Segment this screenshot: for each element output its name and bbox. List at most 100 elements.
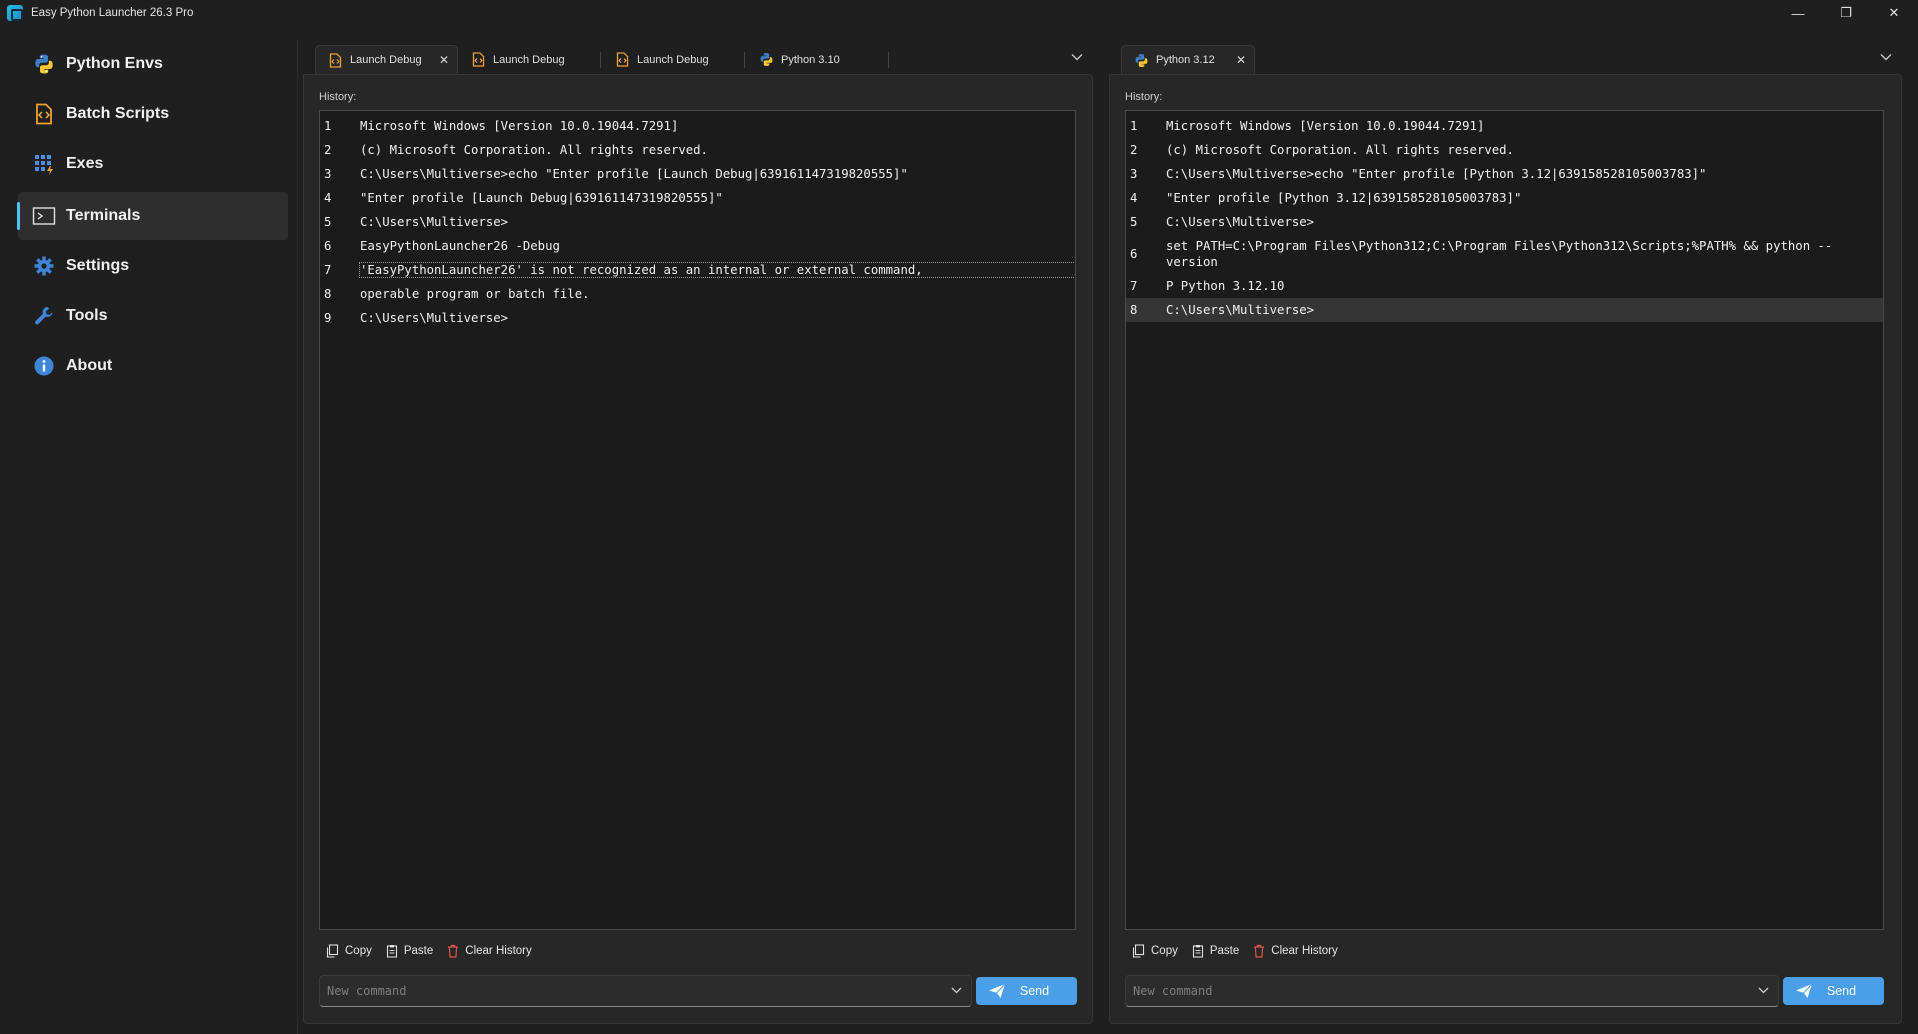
tab-label: Launch Debug bbox=[350, 54, 422, 66]
minimize-button[interactable]: — bbox=[1774, 0, 1822, 26]
python-icon bbox=[760, 53, 773, 66]
sidebar-item-label: Tools bbox=[66, 307, 108, 324]
history-line: 6 EasyPythonLauncher26 -Debug bbox=[324, 239, 560, 253]
close-button[interactable]: ✕ bbox=[1870, 0, 1918, 26]
history-line: 8 operable program or batch file. bbox=[324, 287, 590, 301]
sidebar-item-about[interactable]: About bbox=[18, 342, 288, 390]
tab-divider bbox=[600, 52, 601, 68]
history-actions: Copy Paste Clear History bbox=[1132, 944, 1352, 958]
history-line: 7P Python 3.12.10 bbox=[1130, 279, 1285, 293]
sidebar-divider bbox=[297, 40, 298, 1034]
tab-launch-debug-3[interactable]: Launch Debug bbox=[603, 45, 743, 74]
window-controls: — ❐ ✕ bbox=[1774, 0, 1918, 26]
sidebar-item-label: Exes bbox=[66, 155, 104, 172]
history-line: 4 "Enter profile [Launch Debug|6391611473… bbox=[324, 191, 723, 205]
clear-history-button[interactable]: Clear History bbox=[1253, 944, 1338, 958]
command-combobox[interactable] bbox=[1125, 975, 1779, 1007]
tab-label: Launch Debug bbox=[493, 53, 565, 66]
tab-label: Python 3.10 bbox=[781, 53, 840, 66]
window-title: Easy Python Launcher 26.3 Pro bbox=[31, 7, 194, 19]
history-line: 2 (c) Microsoft Corporation. All rights r… bbox=[1130, 143, 1514, 157]
sidebar-item-tools[interactable]: Tools bbox=[18, 292, 288, 340]
history-line: 5 C:\Users\Multiverse> bbox=[1130, 215, 1315, 229]
terminal-icon bbox=[32, 204, 56, 228]
tab-label: Launch Debug bbox=[637, 53, 709, 66]
tab-close-button[interactable]: ✕ bbox=[439, 53, 449, 67]
right-terminal-panel: Python 3.12 ✕ History: 1 Microsoft Window… bbox=[1109, 40, 1902, 1028]
history-console[interactable]: 1 Microsoft Windows [Version 10.0.19044.7… bbox=[319, 110, 1076, 930]
sidebar-item-python-envs[interactable]: Python Envs bbox=[18, 40, 288, 88]
history-actions: Copy Paste Clear History bbox=[326, 944, 546, 958]
paste-button[interactable]: Paste bbox=[386, 944, 433, 958]
command-combobox[interactable] bbox=[319, 975, 972, 1007]
send-icon bbox=[1796, 983, 1813, 998]
send-button[interactable]: Send bbox=[1783, 977, 1884, 1005]
tab-launch-debug-1[interactable]: Launch Debug ✕ bbox=[315, 45, 458, 74]
exes-grid-icon bbox=[32, 152, 56, 176]
sidebar-item-label: Settings bbox=[66, 257, 130, 274]
sidebar-nav: Python Envs Batch Scripts Exes Terminals… bbox=[0, 40, 296, 392]
paste-button[interactable]: Paste bbox=[1192, 944, 1239, 958]
copy-icon bbox=[326, 944, 339, 958]
left-panel-body: History: 1 Microsoft Windows [Version 10.… bbox=[303, 74, 1093, 1024]
tab-python-3-10[interactable]: Python 3.10 bbox=[747, 45, 887, 74]
left-tab-strip: Launch Debug ✕ Launch Debug Launch Debug… bbox=[303, 40, 1093, 74]
script-icon bbox=[616, 52, 629, 67]
copy-button[interactable]: Copy bbox=[326, 944, 372, 958]
tab-launch-debug-2[interactable]: Launch Debug bbox=[459, 45, 599, 74]
restore-button[interactable]: ❐ bbox=[1822, 0, 1870, 26]
command-input[interactable] bbox=[1126, 984, 1748, 998]
sidebar-item-terminals[interactable]: Terminals bbox=[17, 192, 288, 240]
history-line: 3 C:\Users\Multiverse>echo "Enter profile… bbox=[324, 167, 908, 181]
wrench-icon bbox=[32, 304, 56, 328]
batch-script-icon bbox=[32, 102, 56, 126]
clear-history-button[interactable]: Clear History bbox=[447, 944, 532, 958]
right-tab-strip: Python 3.12 ✕ bbox=[1109, 40, 1902, 74]
title-bar: Easy Python Launcher 26.3 Pro — ❐ ✕ bbox=[0, 0, 1918, 26]
chevron-down-icon[interactable] bbox=[1748, 985, 1778, 997]
history-label: History: bbox=[319, 91, 357, 103]
tab-overflow-chevron-down-icon[interactable] bbox=[1880, 50, 1892, 64]
history-line: 6 set PATH=C:\Program Files\Python312;C:\… bbox=[1130, 239, 1833, 269]
trash-icon bbox=[448, 944, 459, 958]
trash-icon bbox=[1254, 944, 1265, 958]
sidebar-item-label: Python Envs bbox=[66, 55, 163, 72]
history-label: History: bbox=[1125, 91, 1163, 103]
send-button[interactable]: Send bbox=[976, 977, 1077, 1005]
tab-divider bbox=[744, 52, 745, 68]
history-line: 1 Microsoft Windows [Version 10.0.19044.7… bbox=[324, 119, 679, 133]
tab-close-button[interactable]: ✕ bbox=[1236, 53, 1246, 67]
copy-icon bbox=[1132, 944, 1145, 958]
chevron-down-icon[interactable] bbox=[941, 985, 971, 997]
send-icon bbox=[989, 983, 1006, 998]
history-line-selected: 8 C:\Users\Multiverse> bbox=[1126, 298, 1883, 322]
tab-python-3-12[interactable]: Python 3.12 ✕ bbox=[1121, 45, 1255, 74]
script-icon bbox=[472, 52, 485, 67]
history-line: 3 C:\Users\Multiverse>echo "Enter profile… bbox=[1130, 167, 1707, 181]
sidebar-item-settings[interactable]: Settings bbox=[18, 242, 288, 290]
paste-icon bbox=[1192, 945, 1203, 958]
copy-button[interactable]: Copy bbox=[1132, 944, 1178, 958]
history-line-selected: 7 'EasyPythonLauncher26' is not recognize… bbox=[320, 258, 1075, 282]
sidebar-item-exes[interactable]: Exes bbox=[18, 140, 288, 188]
app-logo-icon bbox=[7, 5, 23, 21]
history-line: 1 Microsoft Windows [Version 10.0.19044.7… bbox=[1130, 119, 1485, 133]
command-input[interactable] bbox=[320, 984, 941, 998]
tab-label: Python 3.12 bbox=[1156, 54, 1215, 66]
python-icon bbox=[32, 52, 56, 76]
left-terminal-panel: Launch Debug ✕ Launch Debug Launch Debug… bbox=[303, 40, 1093, 1028]
history-line: 2 (c) Microsoft Corporation. All rights r… bbox=[324, 143, 708, 157]
history-console[interactable]: 1 Microsoft Windows [Version 10.0.19044.7… bbox=[1125, 110, 1884, 930]
sidebar-item-label: About bbox=[66, 357, 113, 374]
history-line: 4 "Enter profile [Python 3.12|63915852810… bbox=[1130, 191, 1522, 205]
history-line: 5 C:\Users\Multiverse> bbox=[324, 215, 509, 229]
tab-overflow-chevron-down-icon[interactable] bbox=[1071, 50, 1083, 64]
right-panel-body: History: 1 Microsoft Windows [Version 10.… bbox=[1109, 74, 1902, 1024]
script-icon bbox=[329, 52, 342, 68]
gear-icon bbox=[32, 254, 56, 278]
sidebar-item-batch-scripts[interactable]: Batch Scripts bbox=[18, 90, 288, 138]
history-line: 9 C:\Users\Multiverse> bbox=[324, 311, 509, 325]
paste-icon bbox=[386, 945, 397, 958]
info-icon bbox=[32, 354, 56, 378]
python-icon bbox=[1135, 53, 1148, 67]
